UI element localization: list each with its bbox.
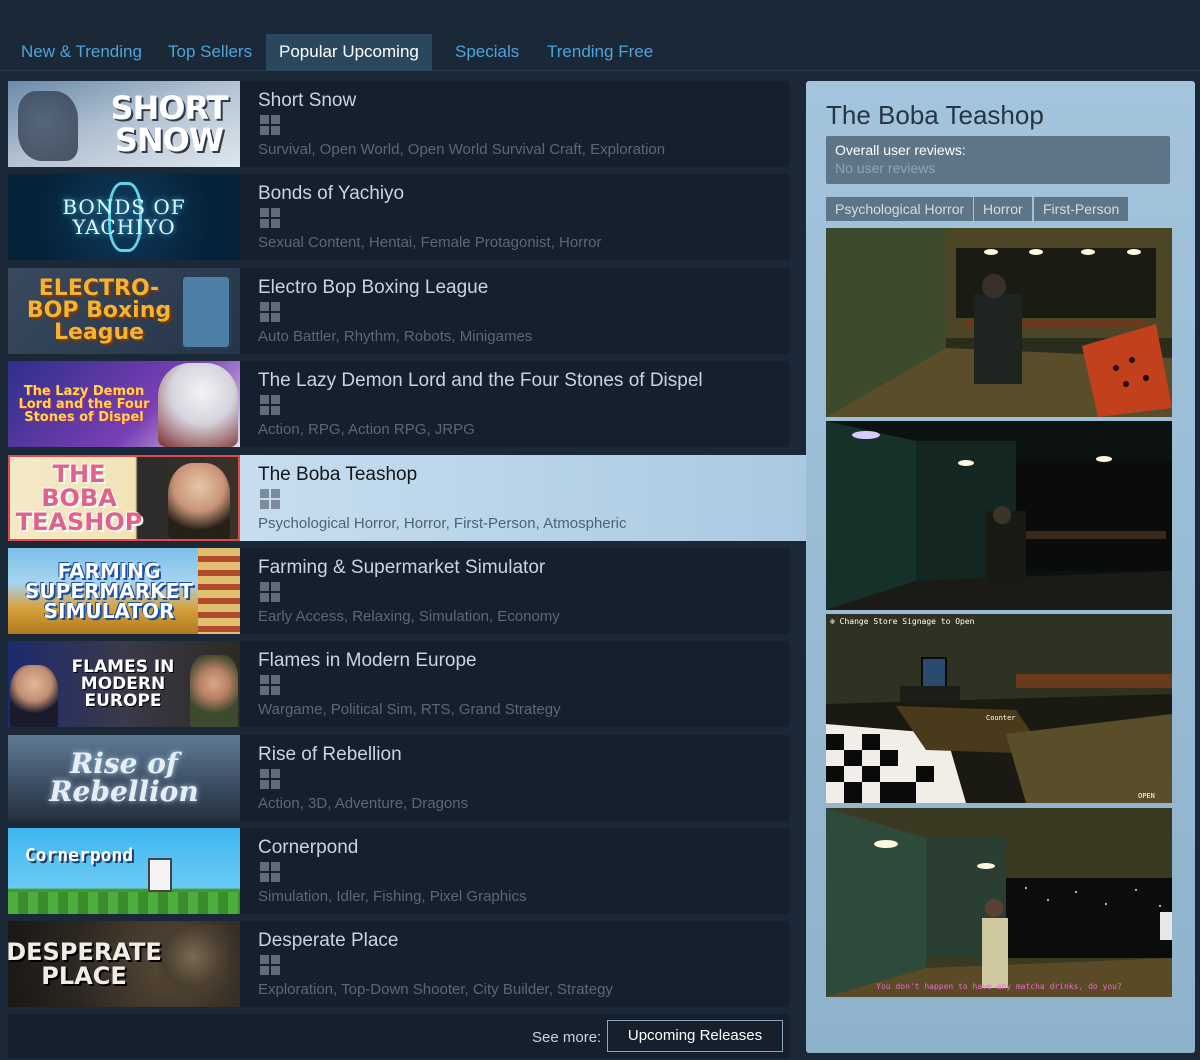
game-title: Cornerpond xyxy=(258,837,359,858)
tab-top-sellers[interactable]: Top Sellers xyxy=(155,34,265,71)
capsule-image: FARMING SUPERMARKET SIMULATOR xyxy=(8,548,240,634)
game-tags: Survival, Open World, Open World Surviva… xyxy=(258,141,666,158)
capsule-image: SHORT SNOW xyxy=(8,81,240,167)
game-row-rise-of-rebellion[interactable]: Rise of Rebellion Rise of Rebellion Acti… xyxy=(8,735,789,821)
game-tags: Action, 3D, Adventure, Dragons xyxy=(258,795,469,812)
game-tags: Wargame, Political Sim, RTS, Grand Strat… xyxy=(258,701,561,718)
game-title: Farming & Supermarket Simulator xyxy=(258,557,546,578)
game-title: Electro Bop Boxing League xyxy=(258,277,489,298)
tab-bar: New & Trending Top Sellers Popular Upcom… xyxy=(0,34,1200,71)
screenshot-label: Counter xyxy=(986,714,1016,722)
game-title: Bonds of Yachiyo xyxy=(258,183,405,204)
game-row-desperate-place[interactable]: DESPERATE PLACE Desperate Place Explorat… xyxy=(8,921,789,1007)
capsule-image: The Lazy Demon Lord and the Four Stones … xyxy=(8,361,240,447)
screenshot-2[interactable] xyxy=(826,421,1172,610)
game-title: Desperate Place xyxy=(258,930,399,951)
capsule-image: FLAMES IN MODERN EUROPE xyxy=(8,641,240,727)
game-row-short-snow[interactable]: SHORT SNOW Short Snow Survival, Open Wor… xyxy=(8,81,789,167)
game-tags: Early Access, Relaxing, Simulation, Econ… xyxy=(258,608,560,625)
game-title: Flames in Modern Europe xyxy=(258,650,477,671)
screenshot-corner: OPEN xyxy=(1138,792,1155,800)
game-row-electro-bop[interactable]: ELECTRO-BOP Boxing League Electro Bop Bo… xyxy=(8,268,789,354)
windows-icon xyxy=(260,302,280,322)
game-title: The Lazy Demon Lord and the Four Stones … xyxy=(258,370,703,391)
preview-panel: The Boba Teashop Overall user reviews: N… xyxy=(806,81,1195,1053)
reviews-box: Overall user reviews: No user reviews xyxy=(826,136,1170,184)
capsule-image: BONDS OF YACHIYO xyxy=(8,174,240,260)
game-tags: Psychological Horror, Horror, First-Pers… xyxy=(258,515,627,532)
game-tags: Action, RPG, Action RPG, JRPG xyxy=(258,421,475,438)
screenshot-3[interactable]: ⊕ Change Store Signage to Open Counter O… xyxy=(826,614,1172,803)
tab-popular-upcoming[interactable]: Popular Upcoming xyxy=(266,34,432,71)
game-tags: Sexual Content, Hentai, Female Protagoni… xyxy=(258,234,602,251)
see-more-bar: See more: Upcoming Releases xyxy=(8,1014,789,1058)
screenshot-caption: You don't happen to have any matcha drin… xyxy=(876,982,1122,991)
screenshot-caption: ⊕ Change Store Signage to Open xyxy=(830,617,975,626)
game-tags: Exploration, Top-Down Shooter, City Buil… xyxy=(258,981,613,998)
windows-icon xyxy=(260,769,280,789)
game-row-lazy-demon-lord[interactable]: The Lazy Demon Lord and the Four Stones … xyxy=(8,361,789,447)
capsule-image: THE BOBA TEASHOP xyxy=(8,455,240,541)
game-row-cornerpond[interactable]: Cornerpond Cornerpond Simulation, Idler,… xyxy=(8,828,789,914)
screenshot-4[interactable]: You don't happen to have any matcha drin… xyxy=(826,808,1172,997)
tab-specials[interactable]: Specials xyxy=(442,34,532,71)
preview-tag[interactable]: First-Person xyxy=(1034,197,1129,221)
tab-new-trending[interactable]: New & Trending xyxy=(8,34,155,71)
upcoming-releases-button[interactable]: Upcoming Releases xyxy=(607,1020,783,1052)
windows-icon xyxy=(260,862,280,882)
game-tags: Auto Battler, Rhythm, Robots, Minigames xyxy=(258,328,533,345)
capsule-image: DESPERATE PLACE xyxy=(8,921,240,1007)
preview-tag[interactable]: Horror xyxy=(974,197,1032,221)
game-row-bonds-of-yachiyo[interactable]: BONDS OF YACHIYO Bonds of Yachiyo Sexual… xyxy=(8,174,789,260)
game-row-flames-modern-europe[interactable]: FLAMES IN MODERN EUROPE Flames in Modern… xyxy=(8,641,789,727)
capsule-image: ELECTRO-BOP Boxing League xyxy=(8,268,240,354)
screenshot-1[interactable] xyxy=(826,228,1172,417)
preview-tag[interactable]: Psychological Horror xyxy=(826,197,974,221)
game-title: The Boba Teashop xyxy=(258,464,418,485)
see-more-label: See more: xyxy=(532,1029,602,1046)
windows-icon xyxy=(260,395,280,415)
preview-title: The Boba Teashop xyxy=(826,100,1044,130)
windows-icon xyxy=(260,582,280,602)
windows-icon xyxy=(260,955,280,975)
tab-trending-free[interactable]: Trending Free xyxy=(534,34,666,71)
game-title: Short Snow xyxy=(258,90,357,111)
game-title: Rise of Rebellion xyxy=(258,744,402,765)
windows-icon xyxy=(260,115,280,135)
windows-icon xyxy=(260,208,280,228)
game-row-boba-teashop[interactable]: THE BOBA TEASHOP The Boba Teashop Psycho… xyxy=(8,455,806,541)
game-tags: Simulation, Idler, Fishing, Pixel Graphi… xyxy=(258,888,527,905)
reviews-label: Overall user reviews: xyxy=(835,142,966,158)
windows-icon xyxy=(260,675,280,695)
reviews-value: No user reviews xyxy=(835,160,936,176)
game-row-farming-supermarket[interactable]: FARMING SUPERMARKET SIMULATOR Farming & … xyxy=(8,548,789,634)
capsule-image: Rise of Rebellion xyxy=(8,735,240,821)
windows-icon xyxy=(260,489,280,509)
capsule-image: Cornerpond xyxy=(8,828,240,914)
